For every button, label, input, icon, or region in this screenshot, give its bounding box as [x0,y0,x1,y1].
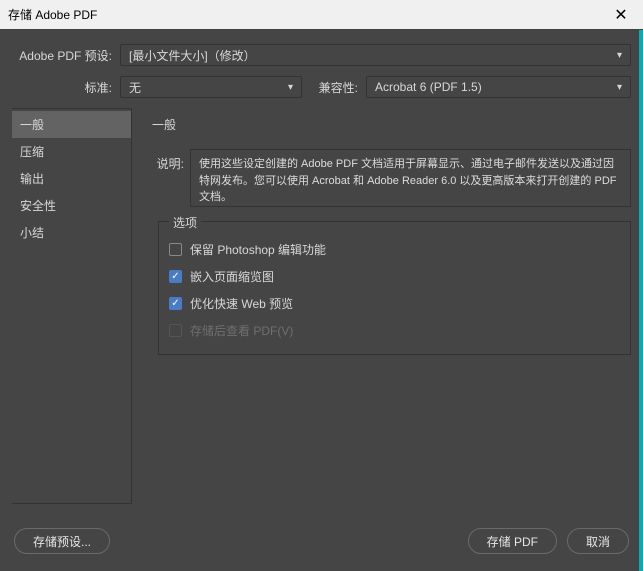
sidebar-item-security[interactable]: 安全性 [12,192,131,219]
panel-title: 一般 [152,116,631,133]
save-pdf-button[interactable]: 存储 PDF [468,528,557,554]
sidebar: 一般 压缩 输出 安全性 小结 [12,108,132,504]
cancel-button[interactable]: 取消 [567,528,629,554]
window-title: 存储 Adobe PDF [8,6,97,23]
sidebar-item-compression[interactable]: 压缩 [12,138,131,165]
close-button[interactable]: ✕ [599,0,643,30]
description-label: 说明: [152,149,190,207]
compat-select[interactable]: Acrobat 6 (PDF 1.5) ▾ [366,76,631,98]
preset-value: [最小文件大小]（修改） [129,47,256,64]
standard-label: 标准: [12,79,120,96]
compat-value: Acrobat 6 (PDF 1.5) [375,80,482,94]
window-edge-decoration [639,30,643,571]
title-bar: 存储 Adobe PDF ✕ [0,0,643,30]
close-icon: ✕ [614,5,627,25]
preserve-editing-label[interactable]: 保留 Photoshop 编辑功能 [190,241,326,258]
options-legend: 选项 [169,214,201,231]
description-text: 使用这些设定创建的 Adobe PDF 文档适用于屏幕显示、通过电子邮件发送以及… [190,149,631,207]
compat-label: 兼容性: [314,79,366,96]
sidebar-item-label: 一般 [20,118,44,132]
preserve-editing-checkbox[interactable] [169,243,182,256]
sidebar-item-general[interactable]: 一般 [12,111,131,138]
fast-web-label[interactable]: 优化快速 Web 预览 [190,295,293,312]
embed-thumbnail-label[interactable]: 嵌入页面缩览图 [190,268,274,285]
general-panel: 一般 说明: 使用这些设定创建的 Adobe PDF 文档适用于屏幕显示、通过电… [132,108,631,504]
options-fieldset: 选项 保留 Photoshop 编辑功能 ✓ 嵌入页面缩览图 ✓ 优化快速 We… [158,221,631,355]
view-after-save-checkbox [169,324,182,337]
sidebar-item-output[interactable]: 输出 [12,165,131,192]
sidebar-item-label: 安全性 [20,199,56,213]
preset-select[interactable]: [最小文件大小]（修改） ▾ [120,44,631,66]
fast-web-checkbox[interactable]: ✓ [169,297,182,310]
preset-label: Adobe PDF 预设: [12,47,120,64]
sidebar-item-summary[interactable]: 小结 [12,219,131,246]
save-preset-button[interactable]: 存储预设... [14,528,110,554]
sidebar-item-label: 小结 [20,226,44,240]
sidebar-item-label: 压缩 [20,145,44,159]
standard-value: 无 [129,79,141,96]
view-after-save-label: 存储后查看 PDF(V) [190,322,293,339]
chevron-down-icon: ▾ [288,82,293,93]
chevron-down-icon: ▾ [617,50,622,61]
chevron-down-icon: ▾ [617,82,622,93]
standard-select[interactable]: 无 ▾ [120,76,302,98]
embed-thumbnail-checkbox[interactable]: ✓ [169,270,182,283]
footer: 存储预设... 存储 PDF 取消 [0,521,643,571]
sidebar-item-label: 输出 [20,172,44,186]
